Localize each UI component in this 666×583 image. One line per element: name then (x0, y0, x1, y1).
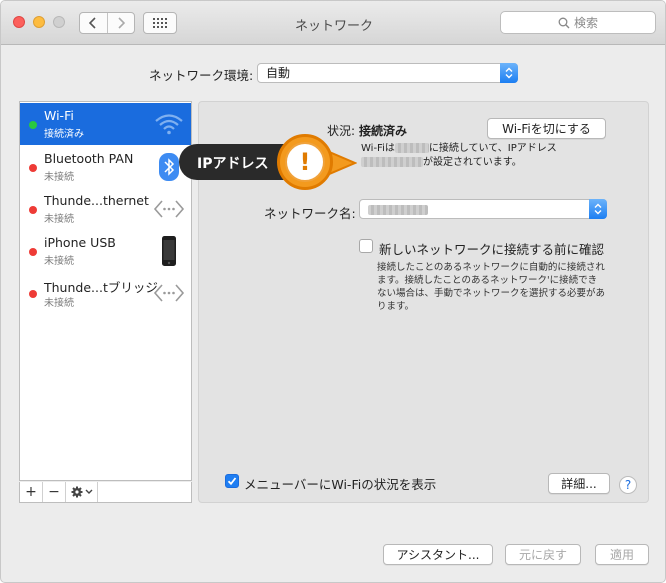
description-part1: Wi-Fiは (361, 143, 395, 154)
network-name-popup[interactable] (359, 199, 607, 219)
exclamation-icon: ! (285, 142, 325, 182)
service-status: 接続済み (44, 129, 84, 140)
wifi-off-button[interactable]: Wi-Fiを切にする (487, 118, 606, 139)
service-name: Thunde...thernet (44, 193, 149, 208)
iphone-icon (153, 235, 185, 267)
wifi-icon (153, 108, 185, 140)
status-dot (29, 248, 37, 256)
network-name-label: ネットワーク名: (264, 206, 356, 221)
help-button[interactable]: ? (619, 476, 637, 494)
title-bar: ネットワーク 検索 (1, 1, 665, 45)
bridge-icon (153, 277, 185, 309)
show-wifi-in-menubar-checkbox[interactable] (225, 474, 239, 488)
location-popup[interactable]: 自動 (257, 63, 518, 83)
warning-badge: ! (277, 134, 333, 190)
remove-service-button[interactable]: − (43, 482, 66, 502)
popup-arrows-icon (589, 199, 607, 219)
search-field[interactable]: 検索 (500, 11, 656, 34)
status-dot (29, 290, 37, 298)
service-status: 未接続 (44, 214, 74, 225)
service-name: iPhone USB (44, 235, 116, 250)
ask-to-join-label: 新しいネットワークに接続する前に確認 (379, 242, 605, 257)
revert-button[interactable]: 元に戻す (505, 544, 581, 565)
status-dot (29, 121, 37, 129)
description-part3: が設定されています。 (423, 157, 522, 168)
callout-label: IPアドレス (197, 156, 269, 172)
service-item-wifi[interactable]: Wi-Fi 接続済み (20, 103, 191, 145)
service-name: Bluetooth PAN (44, 151, 134, 166)
status-label: 状況: (327, 124, 356, 138)
assistant-button[interactable]: アシスタント... (383, 544, 493, 565)
service-status: 未接続 (44, 172, 74, 183)
service-name: Wi-Fi (44, 108, 74, 123)
status-dot (29, 164, 37, 172)
add-service-button[interactable]: + (20, 482, 43, 502)
ask-to-join-description: 接続したことのあるネットワークに自動的に接続されます。接続したことのあるネットワ… (377, 262, 606, 312)
popup-arrows-icon (500, 63, 518, 83)
wifi-description: Wi-Fiは に接続していて、IPアドレス が設定されています。 (361, 142, 601, 170)
service-item-bluetooth-pan[interactable]: Bluetooth PAN 未接続 (20, 146, 191, 188)
ask-to-join-checkbox[interactable] (359, 239, 373, 253)
redacted-ip-address (361, 157, 423, 167)
service-list: Wi-Fi 接続済み Bluetooth PAN 未接続 Thunde...th… (19, 101, 192, 481)
location-label: ネットワーク環境: (149, 68, 254, 83)
advanced-button[interactable]: 詳細... (548, 473, 610, 494)
search-placeholder: 検索 (573, 16, 598, 30)
checkmark-icon (227, 477, 237, 486)
network-preferences-window: ネットワーク 検索 ネットワーク環境: 自動 Wi-Fi 接続済み Blueto… (0, 0, 666, 583)
apply-button[interactable]: 適用 (595, 544, 649, 565)
service-item-thunderbolt-bridge[interactable]: Thunde...tブリッジ 未接続 (20, 272, 191, 314)
status-value: 接続済み (359, 124, 408, 138)
service-status: 未接続 (44, 298, 74, 309)
status-dot (29, 206, 37, 214)
show-wifi-in-menubar-label: メニューバーにWi-Fiの状況を表示 (244, 477, 437, 492)
redacted-network-name (368, 204, 428, 215)
action-menu-button[interactable] (66, 482, 98, 502)
service-list-toolbar: + − (19, 482, 192, 503)
ethernet-icon (153, 193, 185, 225)
redacted-network-name (394, 143, 429, 153)
gear-icon (71, 486, 92, 498)
service-item-thunderbolt-ethernet[interactable]: Thunde...thernet 未接続 (20, 188, 191, 230)
service-status: 未接続 (44, 256, 74, 267)
service-item-iphone-usb[interactable]: iPhone USB 未接続 (20, 230, 191, 272)
search-icon (558, 17, 570, 28)
location-value: 自動 (266, 66, 291, 80)
description-part2: に接続していて、IPアドレス (428, 143, 557, 154)
